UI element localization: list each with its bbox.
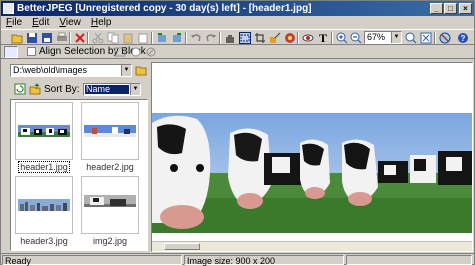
thumbnail-frame <box>15 176 73 234</box>
toolbar-separator <box>151 32 153 44</box>
status-image-size: Image size: 900 x 200 <box>184 255 344 266</box>
open-icon[interactable] <box>11 32 23 44</box>
main-image <box>152 113 472 233</box>
thumbnail-frame <box>15 102 73 160</box>
thumbnail-image <box>18 199 70 211</box>
status-bar: Ready Image size: 900 x 200 <box>1 253 474 266</box>
maximize-button[interactable]: □ <box>444 3 457 14</box>
text-tool-icon[interactable]: T <box>317 32 329 44</box>
status-empty <box>346 255 472 265</box>
red-eye-icon[interactable] <box>302 32 314 44</box>
thumbnail-list[interactable]: header1.jpg header2.jpg header3.jpg img2… <box>10 99 148 251</box>
thumbnail-item[interactable]: header2.jpg <box>81 102 139 176</box>
toolbar-separator <box>69 32 71 44</box>
close-button[interactable]: × <box>459 3 472 14</box>
file-browser-panel: D:\web\old\images ▼ Sort By: Name ▼ head… <box>5 62 148 252</box>
resize-icon[interactable] <box>269 32 281 44</box>
up-folder-icon[interactable] <box>29 83 41 95</box>
menu-file[interactable]: File <box>1 16 27 29</box>
sort-select[interactable]: Name ▼ <box>83 83 141 96</box>
toolbar-separator <box>185 32 187 44</box>
folder-path: D:\web\old\images <box>13 65 88 75</box>
save-icon[interactable] <box>26 32 38 44</box>
thumbnail-caption: header3.jpg <box>20 236 68 246</box>
thumbnail-caption: img2.jpg <box>92 236 128 246</box>
thumbnail-item[interactable]: header1.jpg <box>15 102 73 176</box>
horizontal-scrollbar[interactable] <box>152 241 472 251</box>
scrollbar-thumb[interactable] <box>164 243 200 250</box>
sort-row: Sort By: Name ▼ <box>10 83 148 96</box>
thumbnail-item[interactable]: img2.jpg <box>81 176 139 250</box>
thumbnail-caption: header1.jpg <box>18 161 70 173</box>
select-tool-icon[interactable] <box>239 32 251 44</box>
thumbnail-image <box>84 125 136 137</box>
paste-new-icon[interactable] <box>137 32 149 44</box>
toolbar-separator <box>219 32 221 44</box>
thumbnail-image <box>18 125 70 137</box>
menu-bar: File Edit View Help <box>1 16 474 29</box>
browse-folder-icon[interactable] <box>135 64 147 76</box>
zoom-in-icon[interactable] <box>336 32 348 44</box>
cancel-selection-icon[interactable] <box>145 46 157 58</box>
thumbnail-item[interactable]: header3.jpg <box>15 176 73 250</box>
zoom-actual-icon[interactable] <box>420 32 432 44</box>
thumbnail-frame <box>81 176 139 234</box>
delete-icon[interactable] <box>74 32 86 44</box>
svg-text:?: ? <box>461 34 466 43</box>
toolbar-separator <box>331 32 333 44</box>
window-title: BetterJPEG [Unregistered copy - 30 day(s… <box>17 3 312 14</box>
zoom-fit-icon[interactable] <box>405 32 417 44</box>
thumbnail-frame <box>81 102 139 160</box>
print-icon[interactable] <box>56 32 68 44</box>
crop-icon[interactable] <box>254 32 266 44</box>
menu-help[interactable]: Help <box>86 16 117 29</box>
selection-option-icon[interactable] <box>114 46 126 58</box>
app-icon <box>3 3 14 14</box>
menu-view[interactable]: View <box>54 16 86 29</box>
rotate-right-icon[interactable] <box>171 32 183 44</box>
zoom-out-icon[interactable] <box>350 32 362 44</box>
copy-icon[interactable] <box>107 32 119 44</box>
toolbar-separator <box>87 32 89 44</box>
help-icon[interactable]: ? <box>457 32 469 44</box>
color-icon[interactable] <box>284 32 296 44</box>
sort-label: Sort By: <box>44 84 80 95</box>
undo-icon[interactable] <box>190 32 202 44</box>
sort-value: Name <box>85 85 129 94</box>
redo-icon[interactable] <box>205 32 217 44</box>
thumbnail-caption: header2.jpg <box>86 162 134 172</box>
hand-tool-icon[interactable] <box>224 32 236 44</box>
selection-mode-button[interactable] <box>4 46 18 58</box>
zoom-select[interactable]: 67% ▼ <box>364 31 402 44</box>
app-window: BetterJPEG [Unregistered copy - 30 day(s… <box>0 0 475 266</box>
menu-edit[interactable]: Edit <box>27 16 54 29</box>
folder-path-select[interactable]: D:\web\old\images ▼ <box>10 64 132 77</box>
thumbnail-image <box>84 195 136 207</box>
refresh-icon[interactable] <box>14 83 26 95</box>
paste-icon[interactable] <box>122 32 134 44</box>
toolbar-separator <box>434 32 436 44</box>
chevron-down-icon[interactable]: ▼ <box>391 32 401 43</box>
chevron-down-icon[interactable]: ▼ <box>121 65 131 76</box>
image-canvas[interactable] <box>151 62 473 252</box>
save-as-icon[interactable] <box>41 32 53 44</box>
cut-icon[interactable] <box>92 32 104 44</box>
main-toolbar: T 67% ▼ ? <box>1 29 474 45</box>
selection-toolbar: Align Selection by Block <box>1 45 474 59</box>
rotate-left-icon[interactable] <box>156 32 168 44</box>
web-icon[interactable] <box>439 32 451 44</box>
align-checkbox[interactable] <box>27 47 36 56</box>
toolbar-separator <box>297 32 299 44</box>
minimize-button[interactable]: _ <box>430 3 443 14</box>
status-ready: Ready <box>2 255 182 266</box>
title-bar[interactable]: BetterJPEG [Unregistered copy - 30 day(s… <box>1 1 474 16</box>
chevron-down-icon[interactable]: ▼ <box>130 84 140 95</box>
circle-icon[interactable] <box>130 46 142 58</box>
zoom-value: 67% <box>367 32 386 42</box>
